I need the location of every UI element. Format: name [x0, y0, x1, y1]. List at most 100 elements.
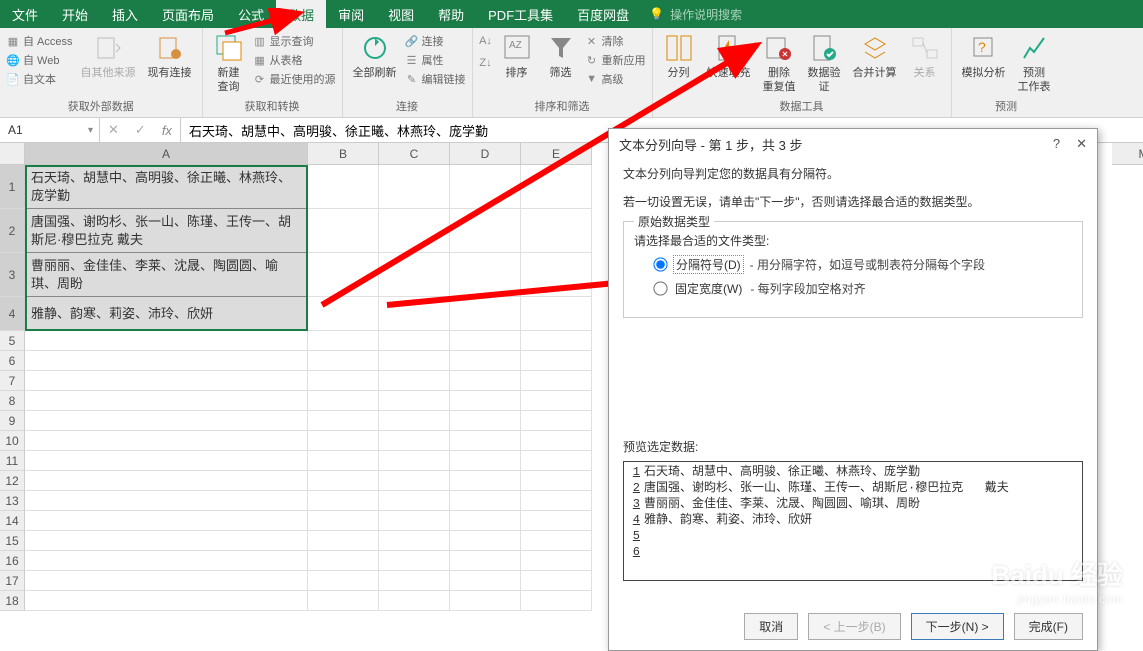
rowhead-5[interactable]: 5 — [0, 331, 25, 351]
rowhead-10[interactable]: 10 — [0, 431, 25, 451]
menu-pagelayout[interactable]: 页面布局 — [150, 0, 226, 28]
cell-empty[interactable] — [25, 471, 308, 491]
cell-empty[interactable] — [379, 351, 450, 371]
cell-empty[interactable] — [308, 351, 379, 371]
name-box[interactable]: A1 — [0, 118, 100, 142]
dialog-titlebar[interactable]: 文本分列向导 - 第 1 步，共 3 步 ? ✕ — [609, 129, 1097, 159]
cell-empty[interactable] — [379, 431, 450, 451]
cell-empty[interactable] — [308, 531, 379, 551]
btn-from-web[interactable]: 🌐自 Web — [6, 51, 73, 69]
btn-other-sources[interactable]: 自其他来源 — [77, 30, 140, 82]
dialog-next-button[interactable]: 下一步(N) > — [911, 613, 1004, 640]
btn-from-text[interactable]: 📄自文本 — [6, 70, 73, 88]
rowhead-15[interactable]: 15 — [0, 531, 25, 551]
fbar-cancel[interactable]: ✕ — [100, 118, 127, 142]
rowhead-4[interactable]: 4 — [0, 297, 25, 331]
menu-baidupan[interactable]: 百度网盘 — [565, 0, 641, 28]
cell-empty[interactable] — [379, 391, 450, 411]
cell-empty[interactable] — [308, 371, 379, 391]
rowhead-14[interactable]: 14 — [0, 511, 25, 531]
menu-home[interactable]: 开始 — [50, 0, 100, 28]
rowhead-12[interactable]: 12 — [0, 471, 25, 491]
cell-empty[interactable] — [379, 491, 450, 511]
cell-empty[interactable] — [25, 391, 308, 411]
cell-empty[interactable] — [450, 591, 521, 611]
colhead-m[interactable]: M — [1112, 143, 1143, 165]
btn-relationships[interactable]: 关系 — [905, 30, 945, 82]
cell-empty[interactable] — [521, 391, 592, 411]
rowhead-9[interactable]: 9 — [0, 411, 25, 431]
cell-empty[interactable] — [521, 351, 592, 371]
menu-help[interactable]: 帮助 — [426, 0, 476, 28]
cell-empty[interactable] — [25, 551, 308, 571]
rowhead-13[interactable]: 13 — [0, 491, 25, 511]
btn-from-access[interactable]: ▦自 Access — [6, 32, 73, 50]
cell-a2[interactable]: 唐国强、谢昀杉、张一山、陈瑾、王传一、胡斯尼·穆巴拉克 戴夫 — [25, 209, 308, 253]
cell-empty[interactable] — [450, 571, 521, 591]
cell-empty[interactable] — [521, 571, 592, 591]
cell-empty[interactable] — [521, 471, 592, 491]
btn-whatif[interactable]: ? 模拟分析 — [958, 30, 1010, 82]
cell-empty[interactable] — [25, 531, 308, 551]
menu-pdf[interactable]: PDF工具集 — [476, 0, 565, 28]
menu-file[interactable]: 文件 — [0, 0, 50, 28]
cell-empty[interactable] — [521, 511, 592, 531]
cell-empty[interactable] — [521, 591, 592, 611]
rowhead-3[interactable]: 3 — [0, 253, 25, 297]
radio-delimited-label[interactable]: 分隔符号(D) — [673, 255, 744, 274]
cell-empty[interactable] — [521, 371, 592, 391]
cell-a4[interactable]: 雅静、韵寒、莉姿、沛玲、欣妍 — [25, 297, 308, 331]
dialog-back-button[interactable]: < 上一步(B) — [808, 613, 900, 640]
cell-empty[interactable] — [379, 471, 450, 491]
menu-review[interactable]: 审阅 — [326, 0, 376, 28]
select-all-corner[interactable] — [0, 143, 25, 165]
cell-empty[interactable] — [308, 451, 379, 471]
rowhead-8[interactable]: 8 — [0, 391, 25, 411]
rowhead-18[interactable]: 18 — [0, 591, 25, 611]
cell-empty[interactable] — [450, 431, 521, 451]
radio-fixed-label[interactable]: 固定宽度(W) — [673, 280, 744, 297]
menu-view[interactable]: 视图 — [376, 0, 426, 28]
cell-empty[interactable] — [379, 551, 450, 571]
cell-empty[interactable] — [25, 431, 308, 451]
btn-data-validation[interactable]: 数据验 证 — [804, 30, 845, 96]
cell-empty[interactable] — [308, 591, 379, 611]
cell-a1[interactable]: 石天琦、胡慧中、高明骏、徐正曦、林燕玲、庞学勤 — [25, 165, 308, 209]
cell-empty[interactable] — [521, 431, 592, 451]
fbar-enter[interactable]: ✓ — [127, 118, 154, 142]
dialog-close-icon[interactable]: ✕ — [1076, 136, 1087, 152]
radio-fixed-width[interactable] — [653, 281, 667, 295]
cell-empty[interactable] — [25, 491, 308, 511]
cell-empty[interactable] — [450, 551, 521, 571]
btn-existing-conn[interactable]: 现有连接 — [144, 30, 196, 82]
rowhead-2[interactable]: 2 — [0, 209, 25, 253]
cell-empty[interactable] — [521, 551, 592, 571]
cell-empty[interactable] — [25, 351, 308, 371]
cell-empty[interactable] — [450, 451, 521, 471]
cell-empty[interactable] — [379, 531, 450, 551]
cell-empty[interactable] — [521, 331, 592, 351]
cell-empty[interactable] — [521, 451, 592, 471]
cell-empty[interactable] — [379, 591, 450, 611]
cell-empty[interactable] — [308, 511, 379, 531]
rowhead-17[interactable]: 17 — [0, 571, 25, 591]
cell-empty[interactable] — [379, 451, 450, 471]
cell-empty[interactable] — [308, 391, 379, 411]
cell-empty[interactable] — [379, 571, 450, 591]
cell-empty[interactable] — [25, 511, 308, 531]
cell-empty[interactable] — [450, 471, 521, 491]
fbar-fx[interactable]: fx — [154, 118, 180, 142]
rowhead-11[interactable]: 11 — [0, 451, 25, 471]
tell-me-search[interactable]: 💡 操作说明搜索 — [649, 0, 742, 28]
cell-empty[interactable] — [25, 591, 308, 611]
dialog-finish-button[interactable]: 完成(F) — [1014, 613, 1083, 640]
cell-empty[interactable] — [308, 491, 379, 511]
cell-empty[interactable] — [521, 491, 592, 511]
rowhead-1[interactable]: 1 — [0, 165, 25, 209]
radio-delimited[interactable] — [653, 257, 667, 271]
cell-empty[interactable] — [308, 411, 379, 431]
cell-empty[interactable] — [25, 451, 308, 471]
cell-empty[interactable] — [450, 391, 521, 411]
cell-empty[interactable] — [25, 571, 308, 591]
cell-a3[interactable]: 曹丽丽、金佳佳、李莱、沈晟、陶圆圆、喻琪、周盼 — [25, 253, 308, 297]
